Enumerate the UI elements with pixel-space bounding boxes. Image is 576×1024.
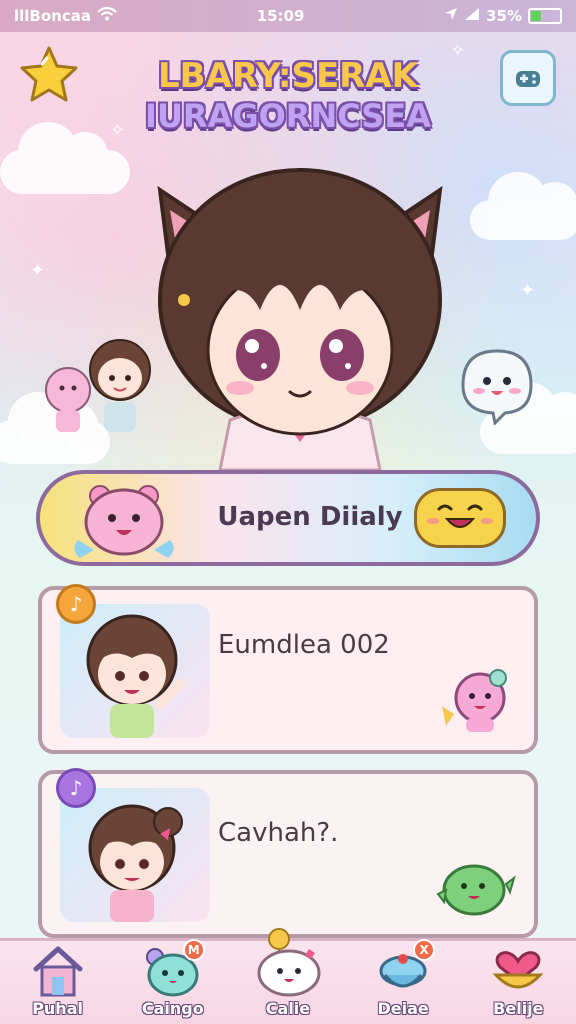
title-line-2: IURAGORNCSEA	[145, 97, 431, 135]
ghost-mascot	[455, 345, 539, 429]
card-title: Cavhah?.	[218, 818, 339, 848]
nav-label: Calie	[265, 999, 311, 1018]
sparkle-icon: ✦	[30, 260, 46, 281]
nav-item-calie[interactable]: Calie	[238, 928, 338, 1018]
side-characters	[40, 330, 170, 444]
level-card[interactable]: ♪ Cavhah?.	[38, 768, 538, 938]
status-bar: lllBoncaa 15:09 35%	[0, 0, 576, 32]
avatar	[60, 788, 210, 922]
notification-badge: X	[413, 939, 436, 961]
pink-pet-icon	[436, 666, 516, 740]
avatar	[60, 604, 210, 738]
game-title: LBARY:SERAK IURAGORNCSEA	[110, 56, 466, 136]
music-note-icon: ♪	[56, 584, 96, 624]
star-icon	[20, 46, 78, 102]
music-note-icon: ♪	[56, 768, 96, 808]
nav-label: Deiae	[377, 999, 429, 1018]
wifi-icon	[97, 6, 117, 25]
location-icon	[444, 7, 458, 25]
mochi-icon	[253, 928, 323, 997]
menu-button[interactable]	[500, 50, 556, 106]
hero-character	[140, 160, 460, 472]
nav-item-caingo[interactable]: M Caingo	[123, 939, 223, 1018]
bear-mascot-icon	[70, 480, 180, 568]
green-pet-icon	[430, 854, 516, 924]
nav-label: Caingo	[141, 999, 204, 1018]
nav-label: Belije	[493, 999, 544, 1018]
carrier-label: lllBoncaa	[14, 7, 91, 25]
controller-icon	[516, 71, 540, 87]
battery-fill	[530, 11, 541, 21]
daily-label: Uapen Diialy	[217, 502, 403, 532]
battery-percent: 35%	[486, 7, 522, 25]
notification-badge: M	[182, 939, 205, 961]
signal-icon	[464, 7, 480, 25]
nav-label: Puhal	[32, 999, 83, 1018]
nav-item-deiae[interactable]: X Deiae	[353, 939, 453, 1018]
sparkle-icon: ✦	[520, 280, 536, 301]
clock: 15:09	[256, 7, 305, 25]
house-icon	[30, 941, 86, 997]
nav-item-belije[interactable]: Belije	[468, 941, 568, 1018]
title-line-1: LBARY:SERAK	[157, 56, 419, 96]
bottom-nav: Puhal M Caingo Calie X Deiae Belije	[0, 928, 576, 1024]
card-title: Eumdlea 002	[218, 630, 390, 660]
battery-icon	[527, 8, 562, 24]
smiley-icon	[414, 488, 506, 548]
favorite-button[interactable]	[16, 42, 82, 108]
heart-bowl-icon	[488, 941, 548, 997]
daily-button[interactable]: Uapen Diialy	[36, 470, 540, 566]
level-card[interactable]: ♪ Eumdlea 002	[38, 584, 538, 754]
nav-item-puhal[interactable]: Puhal	[8, 941, 108, 1018]
cloud-left	[0, 122, 130, 194]
cloud-right	[470, 172, 576, 240]
